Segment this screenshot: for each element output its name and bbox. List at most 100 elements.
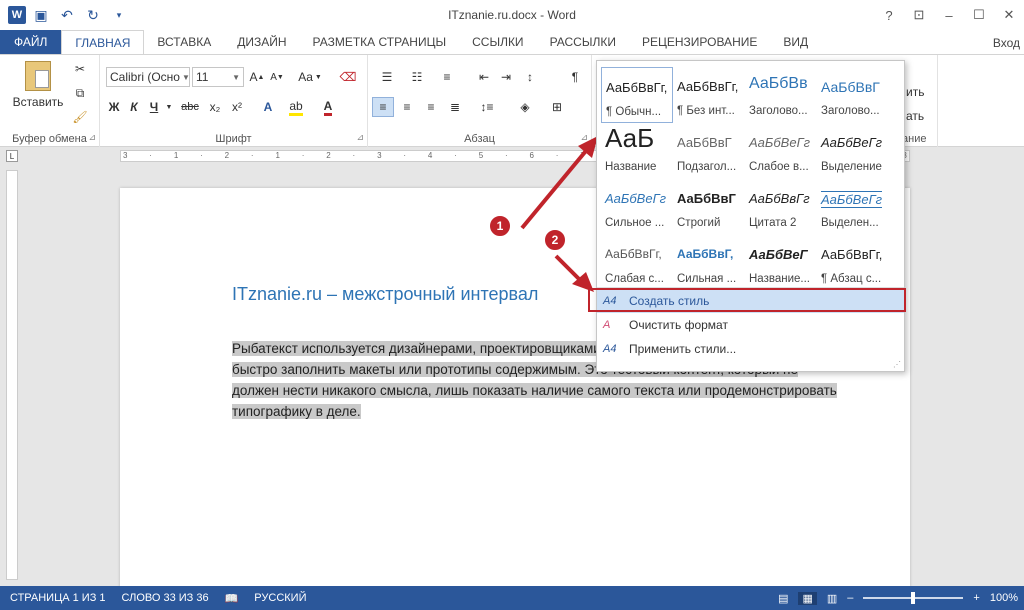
style-heading-2[interactable]: АаБбВвГ Заголово... [817, 67, 889, 123]
line-spacing-icon[interactable]: ↕≡ [474, 97, 500, 117]
read-mode-icon[interactable]: ▤ [778, 592, 788, 605]
language-indicator[interactable]: РУССКИЙ [254, 592, 306, 604]
justify-icon[interactable]: ≣ [444, 97, 466, 117]
style-heading-1[interactable]: АаБбВв Заголово... [745, 67, 817, 123]
style-strong[interactable]: АаБбВвГ Строгий [673, 179, 745, 235]
zoom-slider[interactable] [863, 592, 964, 604]
underline-button[interactable]: Ч [146, 97, 162, 117]
style-name: Сильная ... [677, 273, 737, 285]
paragraph-launcher-icon[interactable]: ⊿ [580, 132, 588, 143]
align-center-icon[interactable]: ≡ [396, 97, 418, 117]
clear-formatting-menu-item[interactable]: A Очистить формат [597, 313, 904, 337]
change-case-button[interactable]: Aa ▼ [296, 67, 324, 87]
decrease-indent-icon[interactable]: ⇤ [474, 67, 494, 87]
tab-page-layout[interactable]: РАЗМЕТКА СТРАНИЦЫ [300, 30, 460, 54]
tab-review[interactable]: РЕЦЕНЗИРОВАНИЕ [629, 30, 770, 54]
resize-grip-icon[interactable]: ⋰ [893, 360, 901, 369]
paste-label: Вставить [12, 95, 64, 109]
zoom-in-button[interactable]: + [973, 592, 979, 604]
cut-icon[interactable]: ✂ [70, 59, 90, 79]
tab-home[interactable]: ГЛАВНАЯ [61, 30, 145, 54]
show-marks-icon[interactable]: ¶ [566, 67, 584, 87]
style-intense-quote[interactable]: АаБбВеГг Выделен... [817, 179, 889, 235]
web-layout-icon[interactable]: ▥ [827, 592, 837, 605]
style-no-spacing[interactable]: АаБбВвГг, ¶ Без инт... [673, 67, 745, 123]
style-list-paragraph[interactable]: АаБбВвГг, ¶ Абзац с... [817, 235, 889, 291]
style-intense-emphasis[interactable]: АаБбВеГг Сильное ... [601, 179, 673, 235]
bullets-icon[interactable]: ☰ [374, 67, 400, 87]
style-preview: АаБбВеГг [821, 191, 883, 208]
tab-references[interactable]: ССЫЛКИ [459, 30, 536, 54]
format-painter-icon[interactable]: 🖌 [70, 107, 90, 127]
styles-partial-text-2: ать [906, 109, 925, 123]
italic-button[interactable]: К [126, 97, 142, 117]
document-heading[interactable]: ITznanie.ru – межстрочный интервал [232, 284, 538, 305]
tab-design[interactable]: ДИЗАЙН [224, 30, 299, 54]
style-preview: АаБбВвГг, [821, 247, 883, 262]
proofing-icon[interactable]: 📖 [225, 592, 239, 605]
paste-button[interactable]: Вставить [10, 61, 66, 117]
font-name-combo[interactable]: Calibri (Осно ▼ [106, 67, 190, 87]
font-size-combo[interactable]: 11 ▼ [192, 67, 244, 87]
style-subtle-emphasis[interactable]: АаБбВеГг Слабое в... [745, 123, 817, 179]
sort-icon[interactable]: ↕ [520, 67, 540, 87]
chevron-down-icon: ▼ [232, 72, 240, 82]
style-title[interactable]: АаБ Название [601, 123, 673, 179]
style-subtitle[interactable]: АаБбВвГ Подзагол... [673, 123, 745, 179]
word-count[interactable]: СЛОВО 33 ИЗ 36 [122, 592, 209, 604]
redo-icon[interactable]: ↻ [82, 4, 104, 26]
clipboard-launcher-icon[interactable]: ⊿ [88, 132, 96, 143]
align-left-icon[interactable]: ≡ [372, 97, 394, 117]
print-layout-icon[interactable]: ▦ [798, 591, 817, 605]
zoom-out-button[interactable]: – [847, 592, 853, 604]
style-emphasis[interactable]: АаБбВеГг Выделение [817, 123, 889, 179]
style-normal[interactable]: АаБбВвГг, ¶ Обычн... [601, 67, 673, 123]
zoom-level[interactable]: 100% [990, 592, 1018, 604]
grow-font-icon[interactable]: A ▲ [248, 67, 266, 87]
sign-in-link[interactable]: Вход [993, 36, 1020, 50]
ribbon-display-button[interactable]: ⊡ [904, 0, 934, 30]
close-button[interactable]: ✕ [994, 0, 1024, 30]
ruler-tick: · [149, 151, 152, 160]
chevron-down-icon[interactable]: ▼ [164, 97, 174, 117]
ruler-tick: · [352, 151, 356, 160]
zoom-slider-thumb[interactable] [911, 592, 916, 604]
shrink-font-icon[interactable]: A ▼ [268, 67, 286, 87]
apply-styles-menu-item[interactable]: A4 Применить стили... [597, 337, 904, 361]
tab-selector-icon[interactable]: L [6, 150, 18, 162]
strikethrough-button[interactable]: abc [178, 97, 202, 117]
style-intense-reference[interactable]: АаБбВвГ, Сильная ... [673, 235, 745, 291]
help-button[interactable]: ? [874, 0, 904, 30]
highlight-color-icon[interactable]: ab [284, 97, 308, 117]
customize-qat-icon[interactable]: ▾ [108, 4, 130, 26]
numbering-icon[interactable]: ☷ [404, 67, 430, 87]
align-right-icon[interactable]: ≡ [420, 97, 442, 117]
tab-file[interactable]: ФАЙЛ [0, 30, 62, 54]
maximize-button[interactable]: ☐ [964, 0, 994, 30]
save-icon[interactable]: ▣ [30, 4, 52, 26]
chevron-down-icon: ▼ [314, 73, 322, 81]
vertical-ruler[interactable] [6, 170, 18, 580]
undo-icon[interactable]: ↶ [56, 4, 78, 26]
font-launcher-icon[interactable]: ⊿ [356, 132, 364, 143]
page-count[interactable]: СТРАНИЦА 1 ИЗ 1 [10, 592, 106, 604]
minimize-button[interactable]: – [934, 0, 964, 30]
copy-icon[interactable]: ⧉ [70, 83, 90, 103]
style-book-title[interactable]: АаБбВеГ Название... [745, 235, 817, 291]
text-effects-icon[interactable]: A [258, 97, 278, 117]
borders-icon[interactable]: ⊞ [544, 97, 570, 117]
tab-view[interactable]: ВИД [770, 30, 821, 54]
clear-formatting-icon[interactable]: ⌫ [338, 67, 358, 87]
style-subtle-reference[interactable]: АаБбВвГг, Слабая с... [601, 235, 673, 291]
style-quote-2[interactable]: АаБбВвГг Цитата 2 [745, 179, 817, 235]
apply-styles-label: Применить стили... [629, 342, 737, 356]
multilevel-list-icon[interactable]: ≡ [434, 67, 460, 87]
tab-insert[interactable]: ВСТАВКА [144, 30, 224, 54]
shading-icon[interactable]: ◈ [512, 97, 538, 117]
font-color-icon[interactable]: A [316, 97, 340, 117]
superscript-button[interactable]: x² [228, 97, 246, 117]
increase-indent-icon[interactable]: ⇥ [496, 67, 516, 87]
tab-mailings[interactable]: РАССЫЛКИ [537, 30, 629, 54]
bold-button[interactable]: Ж [106, 97, 122, 117]
subscript-button[interactable]: x₂ [206, 97, 224, 117]
